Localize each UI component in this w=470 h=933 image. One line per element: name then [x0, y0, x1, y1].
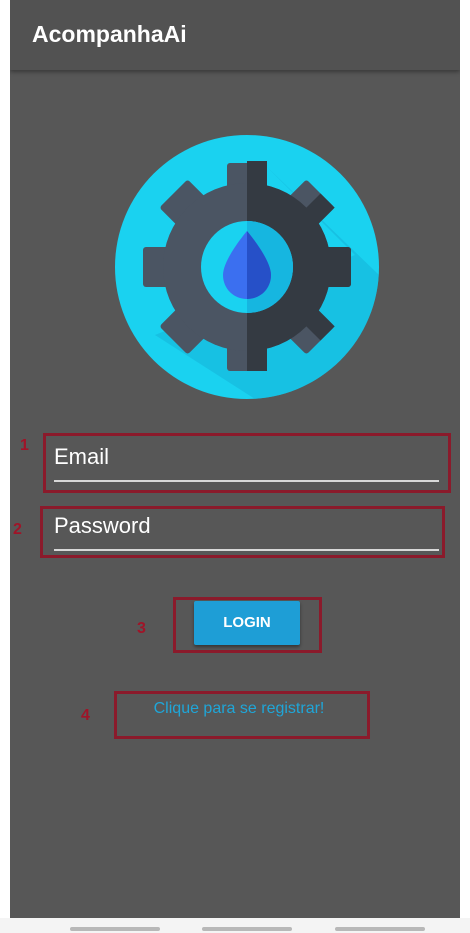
app-title: AcompanhaAi: [32, 21, 187, 47]
system-nav-bar: [0, 918, 470, 933]
nav-back-button[interactable]: [335, 927, 425, 931]
password-field[interactable]: Password: [54, 509, 439, 551]
login-screen: AcompanhaAi 1 Email 2 Password 3 LOGIN 4…: [10, 0, 460, 918]
nav-recent-button[interactable]: [70, 927, 160, 931]
nav-home-button[interactable]: [202, 927, 292, 931]
annotation-number: 1: [20, 437, 29, 454]
annotation-number: 4: [81, 707, 90, 724]
annotation-number: 3: [137, 620, 146, 637]
login-button[interactable]: LOGIN: [194, 601, 300, 645]
gear-water-drop-icon: [115, 135, 379, 399]
register-link[interactable]: Clique para se registrar!: [113, 700, 365, 718]
email-field[interactable]: Email: [54, 440, 439, 482]
annotation-number: 2: [13, 521, 22, 538]
app-bar: AcompanhaAi: [10, 0, 460, 70]
